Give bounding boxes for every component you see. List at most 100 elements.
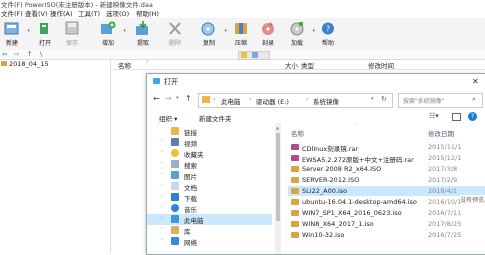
up-icon[interactable]: ↑: [27, 50, 32, 58]
expand-icon[interactable]: ›: [161, 171, 163, 177]
nav-item-music[interactable]: › 音乐: [147, 203, 272, 214]
delete-button[interactable]: 删除: [163, 20, 187, 48]
compress-label: 压缩: [234, 40, 247, 47]
file-date: 2016/7/25: [428, 231, 462, 239]
menu-help[interactable]: 帮助(H): [136, 8, 159, 18]
expand-icon[interactable]: ›: [161, 138, 163, 144]
burn-button[interactable]: 刻录: [256, 20, 280, 48]
file-name: EWSA5.2.272原版+中文+注册码.rar: [302, 156, 414, 164]
file-row[interactable]: WIN7_SP1_X64_2016_0623.iso 2016/7/11: [288, 208, 485, 218]
forward-icon[interactable]: ⇨: [14, 50, 19, 58]
back-icon[interactable]: ⇦: [2, 50, 7, 58]
expand-icon[interactable]: ›: [161, 215, 163, 221]
back-arrow-icon[interactable]: ←: [153, 94, 160, 103]
search-icon[interactable]: ⌕: [472, 95, 476, 104]
iso-file-icon: [291, 177, 299, 183]
new-dropdown-icon[interactable]: ▾: [27, 28, 30, 34]
nav-item-videos[interactable]: › 视频: [147, 137, 272, 148]
expand-icon[interactable]: ›: [161, 182, 163, 188]
save-button[interactable]: 保存: [60, 20, 84, 48]
col-modified[interactable]: 修改时间: [368, 60, 394, 70]
open-button[interactable]: 打开: [33, 20, 57, 48]
expand-icon[interactable]: ›: [161, 149, 163, 155]
nav-item-pictures[interactable]: › 图片: [147, 170, 272, 181]
expand-icon[interactable]: ›: [161, 237, 163, 243]
menu-file[interactable]: 文件(F): [1, 8, 23, 18]
add-icon: [100, 21, 116, 36]
nav-scrollbar[interactable]: ▲: [275, 123, 281, 254]
column-header: 名称 ▿ 大小 类型 修改时间: [111, 59, 485, 70]
file-row[interactable]: CDlinux刻录镜.rar 2015/11/1: [288, 142, 485, 153]
organize-button[interactable]: 组织 ▾: [159, 113, 177, 123]
file-row[interactable]: WIN8_X64_2017_1.iso 2017/8/25: [288, 219, 485, 229]
expand-icon[interactable]: ›: [161, 204, 163, 210]
expand-icon[interactable]: ›: [161, 160, 163, 166]
menu-options[interactable]: 选项(O): [106, 8, 129, 18]
nav-item-documents[interactable]: › 文档: [147, 181, 272, 192]
path-dropdown-icon[interactable]: ▾: [371, 96, 374, 102]
breadcrumb-folder[interactable]: 系统镜像: [313, 96, 339, 106]
add-button[interactable]: 增加 ▾: [96, 20, 126, 48]
file-row[interactable]: Win10-32.iso 2016/7/25: [288, 230, 485, 240]
menu-tools[interactable]: 工具(T): [78, 8, 100, 18]
iso-file-icon: [291, 210, 299, 216]
preview-pane-icon[interactable]: [452, 113, 461, 121]
file-row-selected[interactable]: SLI22_A00.iso 2018/4/1: [288, 186, 485, 196]
file-name: SERVER-2012.ISO: [302, 176, 360, 184]
add-dropdown-icon[interactable]: ▾: [123, 28, 126, 34]
file-row[interactable]: ubuntu-16.04.1-desktop-amd64.iso 2016/10/…: [288, 197, 485, 207]
nav-item-favorites[interactable]: › 收藏夹: [147, 148, 272, 159]
breadcrumb-this-pc[interactable]: 此电脑: [221, 96, 241, 106]
computer-icon: [171, 215, 179, 223]
breadcrumb-drive[interactable]: 驱动器 (E:): [256, 96, 289, 106]
col-size[interactable]: 大小: [285, 60, 298, 70]
nav-item-search[interactable]: › 搜索: [147, 159, 272, 170]
close-icon[interactable]: ✕: [472, 77, 479, 86]
nav-item-downloads[interactable]: › 下载: [147, 192, 272, 203]
file-col-date[interactable]: 修改日期: [428, 128, 454, 138]
view-options-icon[interactable]: ☷▾: [429, 112, 439, 120]
mount-button[interactable]: 加载 ▾: [285, 20, 315, 48]
nav-item-label: 网络: [184, 239, 197, 247]
col-name[interactable]: 名称: [118, 60, 131, 70]
mount-dropdown-icon[interactable]: ▾: [312, 28, 315, 34]
up-arrow-icon[interactable]: ↑: [185, 94, 192, 103]
search-box[interactable]: 搜索"系统镜像" ⌕: [398, 93, 483, 108]
expand-icon[interactable]: ›: [161, 226, 163, 232]
extract-button[interactable]: 提取: [131, 20, 155, 48]
dialog-title-bar: 打开 ✕: [147, 74, 485, 89]
copy-dropdown-icon[interactable]: ▾: [224, 28, 227, 34]
picture-icon: [171, 171, 179, 179]
app-title-bar: 文件(F) PowerISO(未注册版本) - 新建映像文件.daa: [0, 0, 485, 9]
tree-root[interactable]: 2018_04_15: [9, 60, 49, 68]
copy-button[interactable]: 复制 ▾: [197, 20, 227, 48]
scroll-up-icon[interactable]: ▲: [276, 125, 279, 130]
nav-item-network[interactable]: › 网络: [147, 236, 272, 247]
nav-item-links[interactable]: 链接: [147, 126, 272, 137]
nav-item-libraries[interactable]: › 库: [147, 225, 272, 236]
view-toggle[interactable]: [238, 51, 270, 60]
new-button[interactable]: 新建 ▾: [0, 20, 30, 48]
breadcrumb[interactable]: › 此电脑 › 驱动器 (E:) › 系统镜像 ▾ ↻: [198, 93, 393, 108]
nav-item-label: 此电脑: [184, 217, 204, 225]
menu-view[interactable]: 查看(V): [25, 8, 48, 18]
file-row[interactable]: SERVER-2012.ISO 2017/2/9: [288, 175, 485, 185]
compress-icon: [233, 21, 249, 36]
expand-icon[interactable]: ›: [161, 193, 163, 199]
recent-dropdown-icon[interactable]: ▾: [176, 95, 179, 101]
file-name: WIN8_X64_2017_1.iso: [302, 220, 374, 228]
nav-item-this-pc[interactable]: › 此电脑: [147, 214, 272, 225]
menu-action[interactable]: 操作(A): [50, 8, 73, 18]
col-type[interactable]: 类型: [301, 60, 314, 70]
forward-arrow-icon[interactable]: →: [165, 94, 172, 103]
file-row[interactable]: Server 2008 R2_x64.ISO 2017/3/8: [288, 164, 485, 174]
file-col-name[interactable]: 名称: [291, 128, 304, 138]
help-button[interactable]: ? 帮助: [316, 20, 340, 48]
compress-button[interactable]: 压缩: [229, 20, 253, 48]
refresh-icon[interactable]: ↻: [381, 95, 387, 103]
scroll-thumb[interactable]: [276, 133, 280, 221]
file-row[interactable]: EWSA5.2.272原版+中文+注册码.rar 2015/12/1: [288, 153, 485, 164]
address-path[interactable]: \: [40, 50, 42, 58]
help-icon[interactable]: ?: [468, 112, 477, 121]
new-folder-button[interactable]: 新建文件夹: [199, 113, 232, 123]
